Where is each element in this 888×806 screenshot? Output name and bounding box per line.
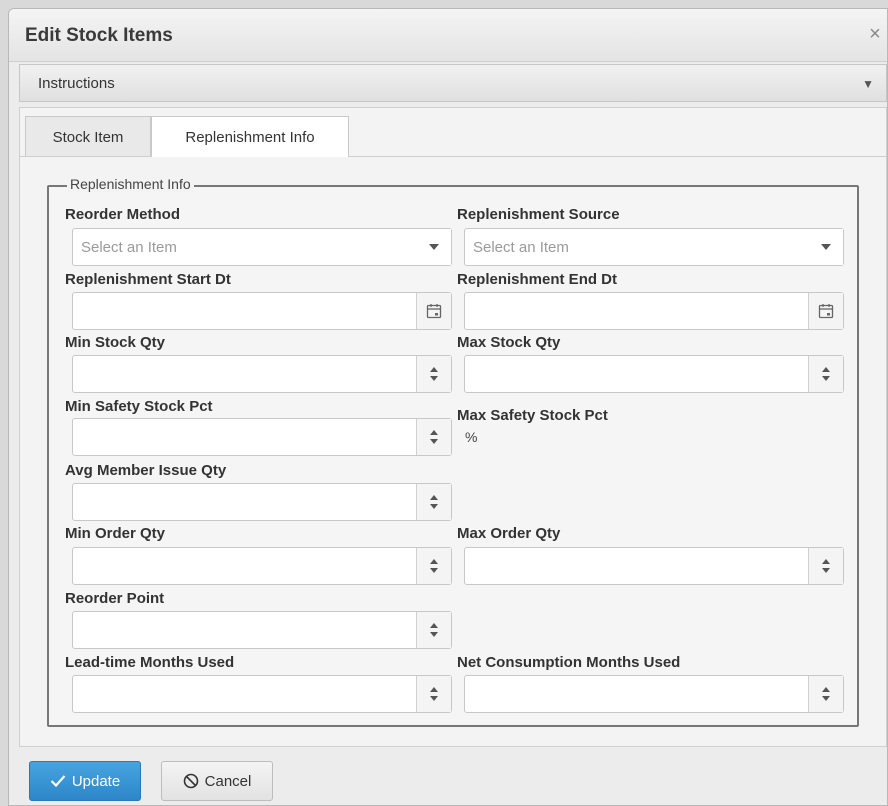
dialog-footer: Update Cancel [9, 751, 887, 805]
replenishment-source-select[interactable]: Select an Item [464, 228, 844, 266]
calendar-icon[interactable] [808, 293, 843, 329]
check-icon [50, 775, 66, 788]
min-order-qty-label: Min Order Qty [65, 525, 166, 542]
spinner-icon[interactable] [416, 548, 451, 584]
cancel-button-label: Cancel [204, 772, 252, 790]
reorder-method-label: Reorder Method [65, 206, 181, 223]
replenishment-end-dt-label: Replenishment End Dt [457, 271, 618, 288]
spinner-icon[interactable] [808, 356, 843, 392]
tab-panel: Stock Item Replenishment Info Replenishm… [19, 107, 887, 747]
lead-time-months-used-input[interactable] [72, 675, 452, 713]
replenishment-source-label: Replenishment Source [457, 206, 620, 223]
max-safety-stock-pct-value: % [465, 429, 478, 445]
cancel-icon [183, 773, 198, 789]
lead-time-months-used-label: Lead-time Months Used [65, 654, 235, 671]
chevron-down-icon[interactable] [417, 229, 451, 265]
reorder-point-input[interactable] [72, 611, 452, 649]
spinner-icon[interactable] [808, 676, 843, 712]
update-button-label: Update [71, 772, 121, 790]
cancel-button[interactable]: Cancel [161, 761, 273, 801]
edit-stock-items-dialog: Edit Stock Items × Instructions ▼ Stock … [8, 8, 888, 806]
spinner-icon[interactable] [416, 484, 451, 520]
replenishment-info-fieldset: Replenishment Info Reorder Method Select… [47, 176, 859, 727]
replenishment-start-dt-input[interactable] [72, 292, 452, 330]
spinner-icon[interactable] [416, 356, 451, 392]
avg-member-issue-qty-input[interactable] [72, 483, 452, 521]
close-icon[interactable]: × [863, 23, 887, 46]
avg-member-issue-qty-label: Avg Member Issue Qty [65, 462, 227, 479]
min-stock-qty-input[interactable] [72, 355, 452, 393]
reorder-point-label: Reorder Point [65, 590, 165, 607]
net-consumption-months-used-input[interactable] [464, 675, 844, 713]
reorder-method-select[interactable]: Select an Item [72, 228, 452, 266]
net-consumption-months-used-label: Net Consumption Months Used [457, 654, 681, 671]
fieldset-legend: Replenishment Info [67, 176, 194, 192]
min-order-qty-input[interactable] [72, 547, 452, 585]
min-safety-stock-pct-label: Min Safety Stock Pct [65, 398, 213, 415]
replenishment-source-placeholder: Select an Item [473, 239, 569, 256]
calendar-icon[interactable] [416, 293, 451, 329]
dialog-title: Edit Stock Items [25, 25, 173, 46]
replenishment-start-dt-label: Replenishment Start Dt [65, 271, 231, 288]
chevron-down-icon[interactable] [809, 229, 843, 265]
max-stock-qty-label: Max Stock Qty [457, 334, 561, 351]
spinner-icon[interactable] [416, 612, 451, 648]
tab-replenishment-info[interactable]: Replenishment Info [151, 116, 349, 157]
spinner-icon[interactable] [416, 676, 451, 712]
spinner-icon[interactable] [416, 419, 451, 455]
max-stock-qty-input[interactable] [464, 355, 844, 393]
max-order-qty-label: Max Order Qty [457, 525, 561, 542]
tab-stock-item[interactable]: Stock Item [25, 116, 151, 156]
spinner-icon[interactable] [808, 548, 843, 584]
min-stock-qty-label: Min Stock Qty [65, 334, 166, 351]
replenishment-end-dt-input[interactable] [464, 292, 844, 330]
max-safety-stock-pct-label: Max Safety Stock Pct [457, 407, 608, 424]
tab-strip: Stock Item Replenishment Info [20, 108, 886, 157]
instructions-label: Instructions [38, 75, 115, 92]
update-button[interactable]: Update [29, 761, 141, 801]
reorder-method-placeholder: Select an Item [81, 239, 177, 256]
min-safety-stock-pct-input[interactable] [72, 418, 452, 456]
chevron-down-icon[interactable]: ▼ [862, 77, 874, 91]
dialog-titlebar: Edit Stock Items × [9, 9, 887, 62]
max-order-qty-input[interactable] [464, 547, 844, 585]
instructions-panel-header[interactable]: Instructions ▼ [19, 64, 887, 102]
